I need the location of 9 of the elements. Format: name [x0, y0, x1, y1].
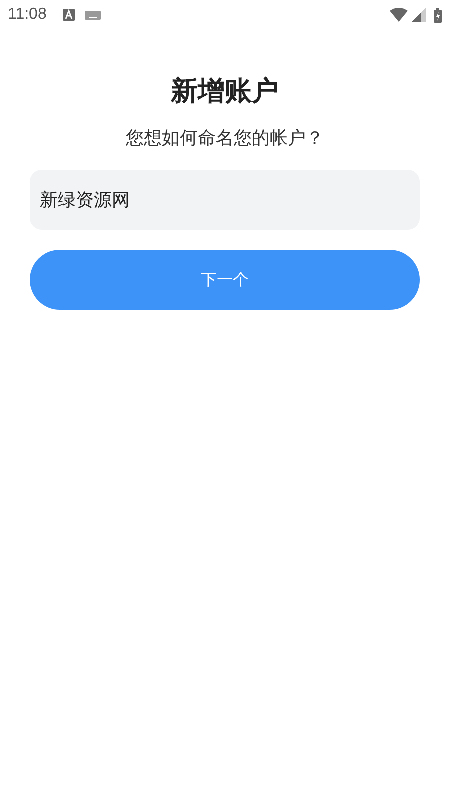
- status-time: 11:08: [8, 5, 47, 25]
- signal-icon: [412, 8, 426, 22]
- font-app-icon: [62, 9, 75, 21]
- battery-icon: [434, 8, 442, 22]
- page-title: 新增账户: [171, 75, 279, 109]
- prompt-text: 您想如何命名您的帐户？: [126, 126, 324, 150]
- keyboard-icon: [84, 10, 101, 20]
- account-name-field[interactable]: 新绿资源网: [30, 170, 420, 230]
- wifi-icon: [390, 8, 408, 22]
